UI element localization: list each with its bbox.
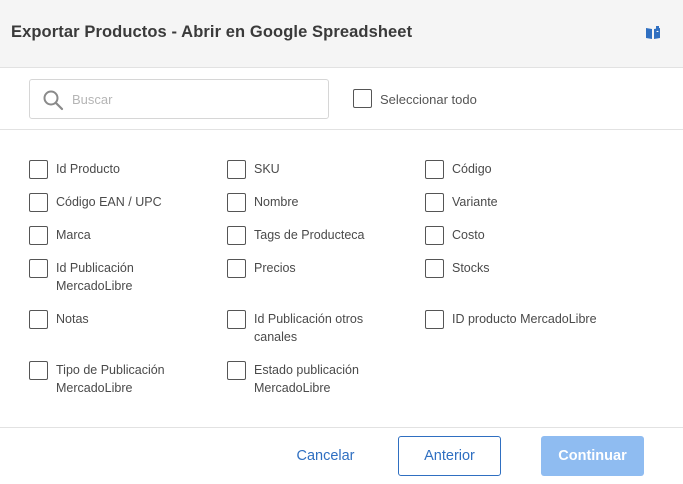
field-label: Variante xyxy=(452,195,498,209)
field-checkbox[interactable] xyxy=(29,193,48,212)
field-label: Código xyxy=(452,162,492,176)
field-checkbox[interactable] xyxy=(425,259,444,278)
field-label: Id Producto xyxy=(56,162,120,176)
field-label: Marca xyxy=(56,228,91,242)
footer-divider xyxy=(0,427,683,428)
field-checkbox[interactable] xyxy=(29,226,48,245)
field-checkbox[interactable] xyxy=(29,310,48,329)
field-checkbox[interactable] xyxy=(227,226,246,245)
field-label: Id Publicación otros canales xyxy=(254,312,364,344)
field-checkbox[interactable] xyxy=(425,310,444,329)
field-checkbox[interactable] xyxy=(29,160,48,179)
field-checkbox[interactable] xyxy=(29,361,48,380)
search-box xyxy=(29,79,329,119)
search-input[interactable] xyxy=(72,88,317,110)
search-icon xyxy=(43,90,64,111)
divider xyxy=(0,129,683,130)
select-all-checkbox[interactable] xyxy=(353,89,372,108)
field-label: Costo xyxy=(452,228,485,242)
field-label: Id Publicación MercadoLibre xyxy=(56,261,134,293)
cancel-button[interactable]: Cancelar xyxy=(283,436,368,476)
continue-button[interactable]: Continuar xyxy=(541,436,644,476)
field-checkbox[interactable] xyxy=(227,361,246,380)
field-label: ID producto MercadoLibre xyxy=(452,312,597,326)
field-label: Código EAN / UPC xyxy=(56,195,162,209)
field-checkbox[interactable] xyxy=(227,193,246,212)
field-label: Tipo de Publicación MercadoLibre xyxy=(56,363,165,395)
field-label: Notas xyxy=(56,312,89,326)
field-label: Estado publicación MercadoLibre xyxy=(254,363,359,395)
field-checkbox[interactable] xyxy=(425,193,444,212)
modal-header: Exportar Productos - Abrir en Google Spr… xyxy=(0,0,683,68)
modal-title: Exportar Productos - Abrir en Google Spr… xyxy=(11,23,413,41)
field-label: Precios xyxy=(254,261,296,275)
select-all-label: Seleccionar todo xyxy=(380,92,477,107)
field-label: Nombre xyxy=(254,195,299,209)
field-label: Stocks xyxy=(452,261,490,275)
field-checkbox[interactable] xyxy=(227,160,246,179)
previous-button[interactable]: Anterior xyxy=(398,436,501,476)
field-checkbox[interactable] xyxy=(227,310,246,329)
field-checkbox[interactable] xyxy=(29,259,48,278)
field-checkbox[interactable] xyxy=(227,259,246,278)
field-label: Tags de Producteca xyxy=(254,228,365,242)
field-checkbox[interactable] xyxy=(425,160,444,179)
book-icon[interactable] xyxy=(645,26,661,40)
field-label: SKU xyxy=(254,162,280,176)
field-checkbox[interactable] xyxy=(425,226,444,245)
